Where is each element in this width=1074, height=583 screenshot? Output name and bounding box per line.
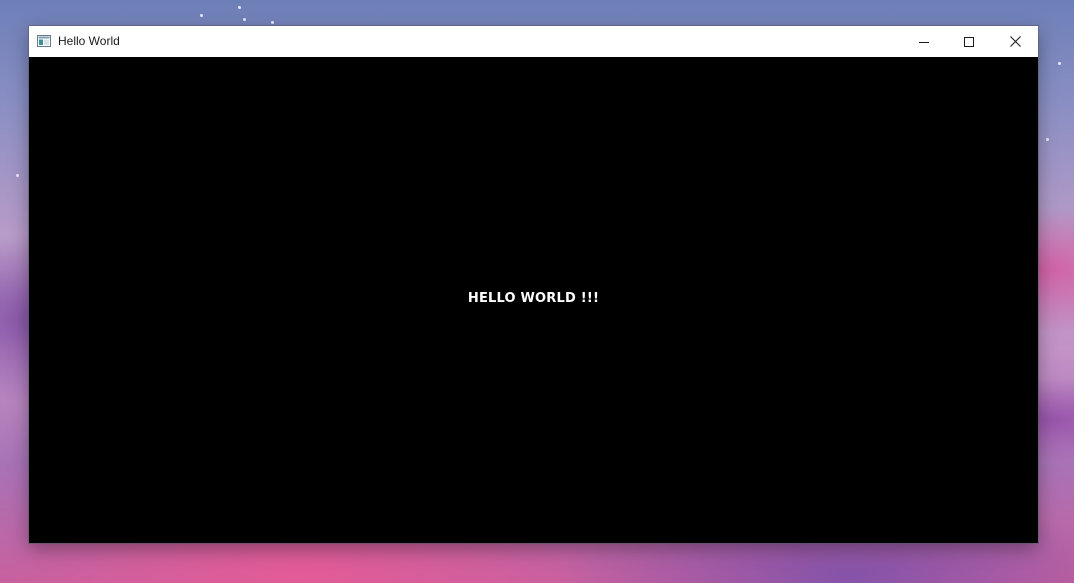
- minimize-icon: [919, 41, 929, 43]
- maximize-icon: [964, 36, 974, 47]
- minimize-button[interactable]: [901, 26, 947, 57]
- wallpaper-star: [16, 174, 19, 177]
- maximize-button[interactable]: [946, 26, 992, 57]
- window-client-area[interactable]: HELLO WORLD !!!: [29, 57, 1038, 543]
- wallpaper-star: [1046, 138, 1049, 141]
- wallpaper-star: [238, 6, 241, 9]
- wallpaper-star: [1058, 62, 1061, 65]
- close-button[interactable]: [992, 26, 1038, 57]
- wallpaper-star: [271, 21, 274, 24]
- app-window: Hello World HELLO WORLD !!!: [29, 26, 1038, 543]
- close-icon: [1009, 36, 1021, 47]
- wallpaper-star: [243, 18, 246, 21]
- wallpaper-star: [200, 14, 203, 17]
- hello-world-message: HELLO WORLD !!!: [467, 291, 600, 306]
- window-title: Hello World: [58, 34, 120, 48]
- app-window-icon: [37, 35, 51, 47]
- title-bar[interactable]: Hello World: [29, 26, 1038, 57]
